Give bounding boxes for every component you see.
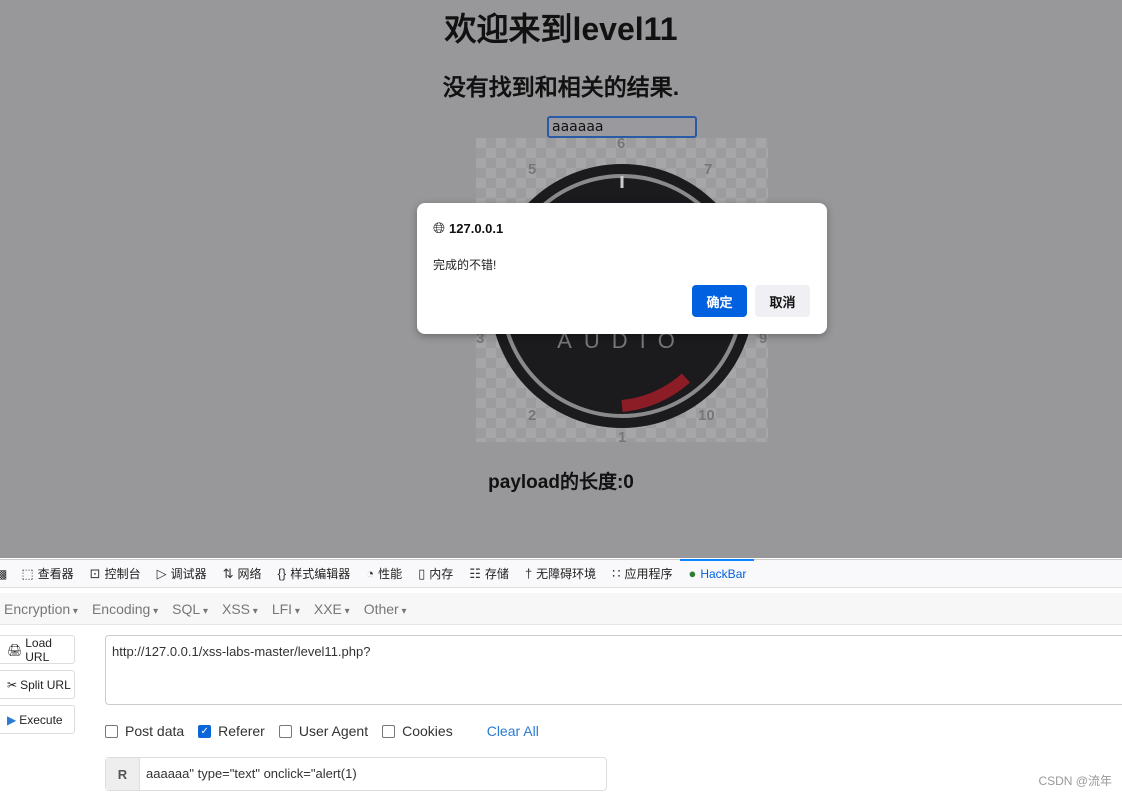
menu-xss[interactable]: XSS <box>218 601 268 617</box>
gauge-label: 5 <box>528 161 536 178</box>
watermark: CSDN @流年 <box>1038 774 1112 788</box>
menu-other[interactable]: Other <box>360 601 417 617</box>
menu-encoding[interactable]: Encoding <box>88 601 168 617</box>
load-url-button[interactable]: 🖨︎ Load URL <box>0 635 75 664</box>
load-icon: 🖨︎ <box>7 642 23 657</box>
button-label: Split URL <box>20 677 71 692</box>
console-icon: ⊡ <box>89 565 101 581</box>
tab-inspector[interactable]: ⬚ 查看器 <box>13 560 81 588</box>
network-icon: ⇅ <box>222 565 234 581</box>
tab-label: 存储 <box>484 567 509 581</box>
cancel-button[interactable]: 取消 <box>755 285 810 317</box>
menu-lfi[interactable]: LFI <box>268 601 310 617</box>
devtools-toolbar: ▩ ⬚ 查看器 ⊡ 控制台 ▷ 调试器 ⇅ 网络{} 样式编辑器 ◔ 性能 ▯ 内存 ☷ 存储 † 无障碍环境 ∷… <box>0 558 1122 588</box>
globe-icon: 🌐︎ <box>433 220 446 237</box>
option-label: Referer <box>218 723 265 739</box>
tab-debugger[interactable]: ▷ 调试器 <box>149 560 215 588</box>
checkbox[interactable] <box>278 724 292 738</box>
referer-input[interactable]: aaaaaa" type="text" onclick="alert(1) <box>140 758 363 790</box>
payload-length: payload的长度:0 <box>488 472 634 493</box>
option-post-data[interactable]: Post data <box>105 723 184 739</box>
play-icon: ▶ <box>7 712 17 727</box>
tab-accessibility[interactable]: † 无障碍环境 <box>517 560 604 588</box>
performance-icon: ◔ <box>366 566 375 581</box>
tab-storage[interactable]: ☷ 存储 <box>461 560 517 588</box>
checkbox[interactable] <box>105 724 118 738</box>
clear-all-link[interactable]: Clear All <box>487 723 539 739</box>
alert-dialog: 🌐︎ 127.0.0.1 完成的不错! 确定 取消 <box>417 203 827 334</box>
option-referer[interactable]: ✓ Referer <box>198 723 265 739</box>
scissors-icon: ✂ <box>7 677 18 692</box>
gauge-label: 10 <box>698 407 715 424</box>
page-title: 欢迎来到level11 <box>444 11 678 47</box>
tab-label: 应用程序 <box>624 567 673 581</box>
storage-icon: ☷ <box>469 565 481 581</box>
tab-network[interactable]: ⇅ 网络 <box>215 560 270 588</box>
debugger-icon: ▷ <box>156 565 167 581</box>
menu-sql[interactable]: SQL <box>168 601 218 617</box>
button-label: Load URL <box>25 635 52 664</box>
search-input[interactable]: aaaaaa <box>547 116 697 138</box>
url-textarea[interactable]: http://127.0.0.1/xss-labs-master/level11… <box>105 635 1122 705</box>
tab-label: 调试器 <box>170 567 207 581</box>
gauge-label: 2 <box>528 407 536 424</box>
memory-icon: ▯ <box>418 565 426 581</box>
option-cookies[interactable]: Cookies <box>382 723 453 739</box>
dialog-message: 完成的不错! <box>433 258 497 272</box>
dialog-host: 127.0.0.1 <box>449 221 504 236</box>
hackbar-menu: EncryptionEncodingSQLXSSLFIXXEOther <box>0 593 1122 625</box>
accessibility-icon: † <box>524 566 533 581</box>
style-editor-icon: {} <box>277 566 287 581</box>
ok-button[interactable]: 确定 <box>692 285 747 317</box>
execute-button[interactable]: ▶ Execute <box>0 705 75 734</box>
tab-console[interactable]: ⊡ 控制台 <box>82 560 149 588</box>
menu-xxe[interactable]: XXE <box>310 601 360 617</box>
referer-label: R <box>106 758 140 790</box>
tab-label: 网络 <box>237 567 262 581</box>
button-label: Execute <box>19 712 63 727</box>
tab-label: 内存 <box>429 567 454 581</box>
tab-label: 查看器 <box>37 567 74 581</box>
option-label: Cookies <box>402 723 453 739</box>
dialog-origin: 🌐︎ 127.0.0.1 <box>433 220 503 237</box>
tab-hackbar[interactable]: ● HackBar <box>680 558 755 588</box>
tab-application[interactable]: ∷ 应用程序 <box>604 560 680 588</box>
split-url-button[interactable]: ✂ Split URL <box>0 670 75 699</box>
tab-performance[interactable]: ◔ 性能 <box>358 560 410 588</box>
menu-encryption[interactable]: Encryption <box>0 601 88 617</box>
tab-style-editor[interactable]: {} 样式编辑器 <box>270 560 359 588</box>
tab-label: 控制台 <box>104 567 141 581</box>
gauge-label: 1 <box>618 429 626 442</box>
tab-memory[interactable]: ▯ 内存 <box>410 560 461 588</box>
tab-label: HackBar <box>700 566 747 581</box>
checkbox[interactable]: ✓ <box>198 724 212 738</box>
tab-label: 无障碍环境 <box>536 567 597 581</box>
option-label: Post data <box>125 723 185 739</box>
gauge-label: 6 <box>617 138 625 152</box>
option-user-agent[interactable]: User Agent <box>278 723 369 739</box>
option-label: User Agent <box>298 723 369 739</box>
application-icon: ∷ <box>612 565 621 581</box>
hackbar-icon: ● <box>688 566 697 581</box>
result-text: 没有找到和相关的结果. <box>442 74 680 100</box>
referer-field: R aaaaaa" type="text" onclick="alert(1) <box>105 757 607 791</box>
picker-icon[interactable]: ▩ <box>0 567 13 581</box>
gauge-label: 7 <box>704 161 712 178</box>
checkbox[interactable] <box>382 724 396 738</box>
options-row: Post data ✓ Referer User Agent Cookies Clear … <box>105 723 539 739</box>
inspector-icon: ⬚ <box>21 565 34 581</box>
tab-label: 样式编辑器 <box>290 567 351 581</box>
tab-label: 性能 <box>378 567 403 581</box>
